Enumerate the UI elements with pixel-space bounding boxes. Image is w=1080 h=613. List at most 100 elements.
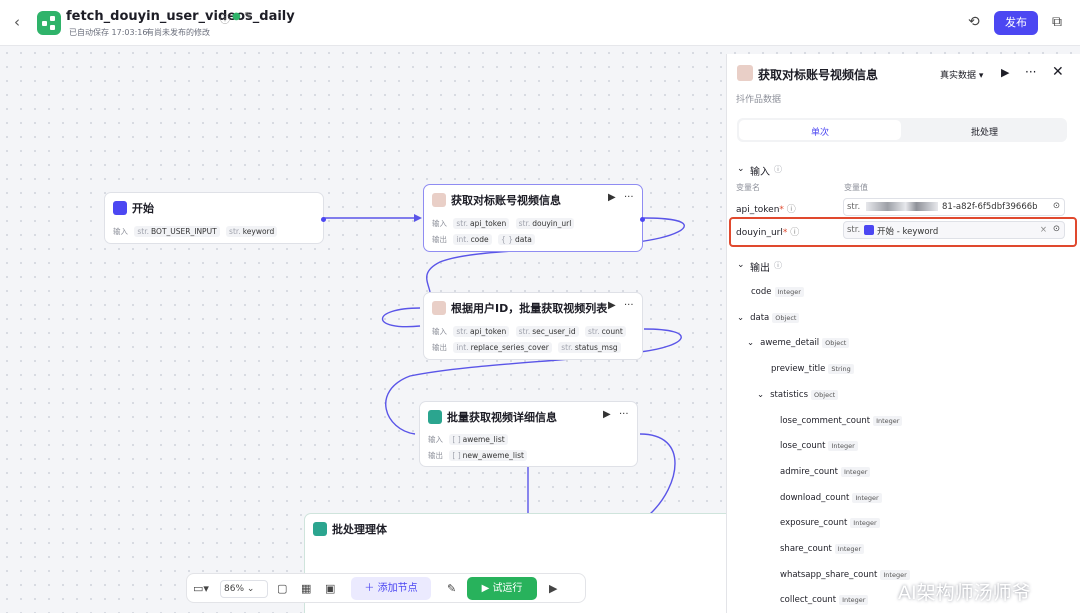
panel-subtitle: 抖作品数据 (736, 95, 782, 105)
close-icon[interactable]: ✕ (1052, 64, 1064, 80)
node-input-row: 输入 str. api_token str. douyin_url (432, 218, 575, 229)
output-tree-item[interactable]: ⌄ data Object (737, 312, 800, 323)
clear-icon[interactable]: × (1040, 225, 1047, 235)
avatar-icon (432, 193, 446, 207)
node-title: 根据用户ID，批量获取视频列表 (451, 302, 608, 315)
test-run-button[interactable]: ▶ 试运行 (467, 577, 537, 600)
output-port[interactable] (321, 217, 326, 222)
param-tag: str. douyin_url (515, 218, 575, 229)
ref-node-name: 开始 (877, 227, 895, 237)
info-icon: ⓘ (774, 261, 782, 270)
node-title: 获取对标账号视频信息 (451, 194, 561, 207)
tab-batch[interactable]: 批处理 (971, 125, 998, 138)
run-icon[interactable]: ▶ (608, 300, 616, 311)
add-node-button[interactable]: ＋ 添加节点 (351, 577, 431, 600)
variable-ref-icon[interactable]: ⊙ (1053, 224, 1060, 234)
caret-down-icon[interactable]: ⌄ (737, 313, 744, 323)
mode-select[interactable]: 真实数据 ▾ (940, 68, 983, 81)
param-tag: str. BOT_USER_INPUT (134, 226, 220, 237)
image-icon[interactable]: ▣ (325, 582, 335, 595)
comment-icon[interactable]: ▢ (277, 582, 287, 595)
row-label: 输入 (432, 219, 447, 228)
run-icon[interactable]: ▶ (1001, 66, 1009, 79)
output-name: lose_comment_count (780, 415, 871, 426)
info-icon: ⓘ (786, 205, 796, 215)
output-tree-item: admire_count Integer (780, 466, 871, 477)
node-detail-panel: 获取对标账号视频信息 真实数据 ▾ ▶ ··· ✕ 抖作品数据 单次 批处理 ⌄… (726, 54, 1080, 613)
caret-down-icon[interactable]: ⌄ (757, 390, 764, 400)
api-token-field[interactable]: str. 81-a82f-6f5dbf39666b ⊙ (843, 198, 1065, 216)
arrow-start (414, 214, 422, 222)
autosave-status: 已自动保存 17:03:16 (69, 28, 148, 37)
output-type-badge: Object (822, 338, 850, 349)
variable-ref-icon[interactable]: ⊙ (1053, 201, 1060, 211)
info-icon[interactable]: ⓘ (220, 11, 230, 26)
type-label: int. (456, 343, 469, 352)
type-label: str. (137, 227, 150, 236)
output-tree-item[interactable]: ⌄ statistics Object (757, 389, 839, 400)
zoom-value: 86% (224, 584, 245, 594)
publish-button[interactable]: 发布 (994, 11, 1038, 35)
minimap-icon[interactable]: ▭▾ (193, 582, 209, 595)
type-label: str. (847, 202, 861, 212)
start-node-icon (113, 201, 127, 215)
node-get-account[interactable]: 获取对标账号视频信息 ▶ ··· 输入 str. api_token str. do… (423, 184, 645, 252)
type-label: [ ] (452, 435, 461, 444)
chevron-left-icon[interactable]: ‹ (14, 13, 20, 31)
param-name: data (514, 235, 532, 244)
avatar-icon (432, 301, 446, 315)
required-mark: * (779, 205, 784, 215)
layout-icon[interactable]: ▦ (301, 582, 311, 595)
run-mode-tabs: 单次 批处理 (737, 118, 1067, 142)
douyin-url-field[interactable]: str. 开始 - keyword × ⊙ (843, 221, 1065, 239)
edit-icon[interactable]: ✎ (244, 11, 252, 22)
node-start[interactable]: 开始 输入 str. BOT_USER_INPUT str. keyword (104, 192, 326, 244)
more-icon[interactable]: ··· (619, 409, 629, 420)
type-label: str. (456, 219, 469, 228)
run-icon[interactable]: ▶ (608, 192, 616, 203)
info-icon: ⓘ (774, 165, 782, 174)
tool-icon[interactable]: ✎ (447, 582, 456, 595)
type-label: { } (501, 235, 513, 244)
output-name: admire_count (780, 466, 839, 477)
history-icon[interactable]: ⟲ (968, 14, 980, 30)
output-name: collect_count (780, 595, 837, 606)
run-icon[interactable]: ▶ (549, 582, 557, 595)
run-icon[interactable]: ▶ (603, 409, 611, 420)
output-type-badge: Integer (841, 466, 871, 477)
output-tree-item[interactable]: ⌄ aweme_detail Object (747, 338, 850, 349)
row-label: 输入 (428, 435, 443, 444)
tab-single[interactable]: 单次 (811, 125, 829, 138)
caret-down-icon[interactable]: ⌄ (737, 260, 745, 270)
batch-icon (313, 522, 327, 536)
output-tree-item: share_count Integer (780, 544, 865, 554)
node-batch-list[interactable]: 根据用户ID，批量获取视频列表 ▶ ··· 输入 str. api_token s… (423, 292, 643, 360)
param-name: api_token* ⓘ (736, 202, 796, 215)
more-icon[interactable]: ··· (1025, 65, 1036, 79)
type-label: [ ] (452, 451, 461, 460)
param-tag: int. code (453, 234, 492, 245)
node-output-row: 输出 [ ] new_aweme_list (428, 450, 527, 461)
output-tree-item: exposure_count Integer (780, 518, 880, 529)
type-label: str. (518, 219, 531, 228)
col-value-header: 变量值 (844, 183, 868, 192)
output-port[interactable] (640, 217, 645, 222)
type-label: str. (561, 343, 573, 352)
caret-down-icon[interactable]: ⌄ (737, 164, 745, 174)
param-name: sec_user_id (532, 327, 576, 336)
more-icon[interactable]: ··· (624, 300, 634, 311)
copy-icon[interactable]: ⧉ (1052, 14, 1062, 30)
node-title: 开始 (132, 202, 154, 215)
param-tag: str. status_msg (558, 342, 621, 353)
unpublished-status: 有尚未发布的修改 (146, 28, 210, 37)
workflow-title: fetch_douyin_user_videos_daily (66, 9, 295, 24)
output-name: preview_title (771, 364, 826, 375)
param-tag: { } data (498, 234, 535, 245)
param-name: keyword (242, 227, 275, 236)
zoom-select[interactable]: 86% ⌄ (220, 580, 268, 598)
caret-down-icon[interactable]: ⌄ (747, 338, 754, 348)
more-icon[interactable]: ··· (624, 192, 634, 203)
node-batch-detail[interactable]: 批量获取视频详细信息 ▶ ··· 输入 [ ] aweme_list 输出 [ ]… (419, 401, 638, 467)
row-label: 输入 (432, 327, 447, 336)
output-type-badge: Integer (839, 595, 869, 606)
